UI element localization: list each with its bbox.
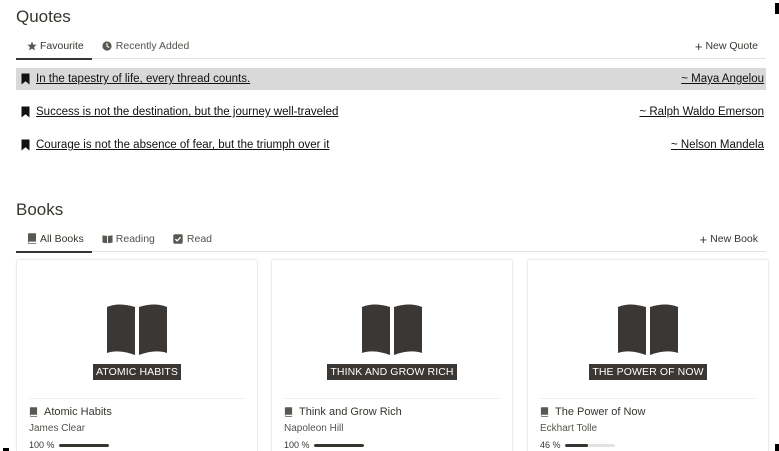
cover-label: ATOMIC HABITS	[92, 364, 181, 380]
tab-reading[interactable]: Reading	[92, 226, 163, 252]
bookmark-icon	[21, 106, 30, 118]
book-progress: 100 %	[29, 440, 109, 450]
quotes-section: Quotes Favourite Recently Added + New Qu…	[16, 6, 766, 60]
quotes-tabbar: Favourite Recently Added + New Quote	[16, 33, 766, 60]
progress-text: 46 %	[540, 440, 561, 450]
divider	[29, 398, 245, 399]
tab-label: Favourite	[40, 39, 84, 52]
quote-author[interactable]: ~ Nelson Mandela	[671, 139, 764, 151]
books-title: Books	[16, 200, 64, 219]
progress-fill	[564, 443, 588, 447]
cover-label: THINK AND GROW RICH	[327, 364, 457, 380]
new-book-label: New Book	[710, 233, 758, 245]
edge-marker	[775, 3, 779, 14]
book-title-text: Think and Grow Rich	[299, 406, 402, 418]
tab-favourite[interactable]: Favourite	[16, 33, 92, 60]
progress-text: 100 %	[284, 440, 310, 450]
book-icon	[29, 407, 38, 417]
tab-recently-added[interactable]: Recently Added	[92, 33, 198, 59]
quote-row[interactable]: In the tapestry of life, every thread co…	[16, 68, 766, 90]
plus-icon: +	[694, 38, 703, 54]
tab-read[interactable]: Read	[163, 226, 220, 252]
clock-icon	[102, 40, 113, 51]
star-icon	[26, 40, 37, 51]
book-title[interactable]: The Power of Now	[540, 406, 645, 418]
quote-text[interactable]: Courage is not the absence of fear, but …	[36, 139, 329, 151]
bookmark-icon	[21, 139, 30, 151]
quote-text[interactable]: Success is not the destination, but the …	[36, 106, 338, 118]
book-cover: THE POWER OF NOW	[528, 260, 768, 398]
book-icon	[284, 407, 293, 417]
tab-label: Read	[186, 232, 213, 245]
book-card[interactable]: ATOMIC HABITS Atomic Habits James Clear …	[16, 259, 258, 451]
edge-marker	[775, 444, 779, 451]
open-book-icon	[107, 304, 167, 355]
quote-author[interactable]: ~ Ralph Waldo Emerson	[639, 106, 764, 118]
tab-label: All Books	[40, 232, 84, 245]
quote-author[interactable]: ~ Maya Angelou	[681, 73, 764, 85]
book-progress: 100 %	[284, 440, 364, 450]
book-title[interactable]: Think and Grow Rich	[284, 406, 402, 418]
new-quote-label: New Quote	[705, 40, 758, 52]
open-book-icon	[102, 233, 113, 244]
quote-text[interactable]: In the tapestry of life, every thread co…	[36, 73, 250, 85]
book-title-text: The Power of Now	[555, 406, 646, 418]
book-card[interactable]: THINK AND GROW RICH Think and Grow Rich …	[271, 259, 513, 451]
progress-bar	[313, 443, 364, 447]
divider	[540, 398, 756, 399]
progress-fill	[313, 443, 364, 447]
book-card[interactable]: THE POWER OF NOW The Power of Now Eckhar…	[527, 259, 769, 451]
checkbox-icon	[173, 233, 184, 244]
open-book-icon	[618, 304, 678, 355]
books-section: Books All Books Reading Read + New Book	[16, 199, 766, 253]
book-icon	[540, 407, 549, 417]
new-quote-button[interactable]: + New Quote	[695, 33, 758, 59]
plus-icon: +	[699, 231, 708, 247]
quote-row[interactable]: Courage is not the absence of fear, but …	[16, 134, 766, 156]
new-book-button[interactable]: + New Book	[700, 226, 758, 252]
progress-fill	[58, 443, 109, 447]
divider	[284, 398, 500, 399]
quote-row[interactable]: Success is not the destination, but the …	[16, 101, 766, 123]
book-author: Napoleon Hill	[284, 423, 344, 434]
progress-bar	[58, 443, 109, 447]
progress-bar	[564, 443, 615, 447]
book-cover: THINK AND GROW RICH	[272, 260, 512, 398]
book-progress: 46 %	[540, 440, 615, 450]
book-title-text: Atomic Habits	[44, 406, 112, 418]
books-tabbar: All Books Reading Read + New Book	[16, 226, 766, 253]
book-author: James Clear	[29, 423, 86, 434]
tab-all-books[interactable]: All Books	[16, 226, 92, 253]
cover-label: THE POWER OF NOW	[589, 364, 707, 380]
book-author: Eckhart Tolle	[540, 423, 598, 434]
tab-label: Reading	[115, 232, 155, 245]
progress-text: 100 %	[29, 440, 55, 450]
book-icon	[26, 233, 37, 244]
tab-label: Recently Added	[115, 39, 190, 52]
bookmark-icon	[21, 73, 30, 85]
open-book-icon	[362, 304, 422, 355]
book-cover: ATOMIC HABITS	[17, 260, 257, 398]
book-title[interactable]: Atomic Habits	[29, 406, 112, 418]
quotes-title: Quotes	[16, 7, 71, 26]
